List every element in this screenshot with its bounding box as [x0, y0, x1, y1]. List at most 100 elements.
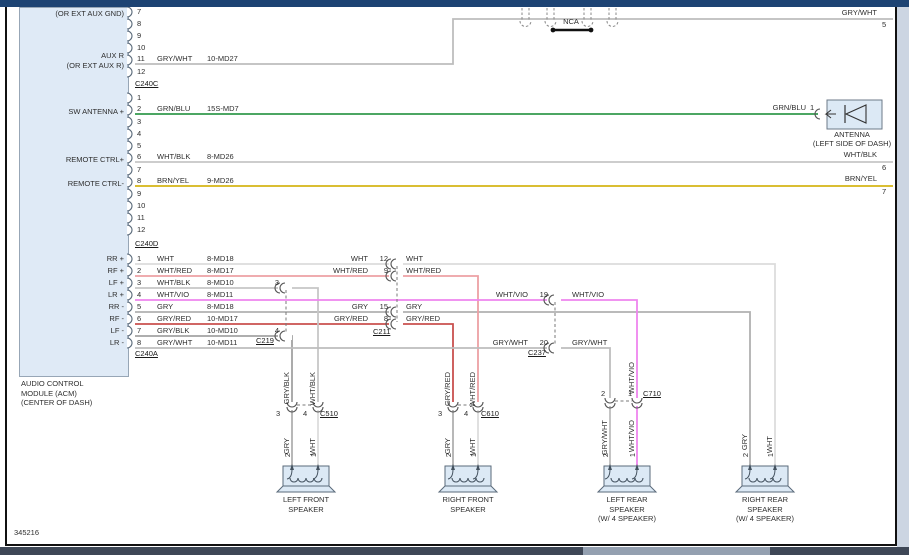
speaker-pin: 1	[469, 453, 478, 457]
connector-pin: 4	[464, 410, 468, 419]
acm-pin: 6	[137, 315, 141, 324]
wire-name: GRY/WHT	[493, 339, 528, 348]
acm-pin: 10	[137, 44, 145, 53]
acm-pin: 5	[137, 303, 141, 312]
top-title-bar	[0, 0, 909, 7]
acm-pin: 1	[137, 94, 141, 103]
wire-name: WHT/BLK	[157, 279, 190, 288]
wire-circuit: 10-MD27	[207, 55, 238, 64]
connector-c610[interactable]: C610	[481, 410, 499, 419]
acm-signal-lf-neg: LF -	[111, 327, 124, 336]
acm-pin-arcs	[127, 7, 132, 348]
wire-circuit: 8-MD18	[207, 255, 234, 264]
connector-pin: 3	[275, 279, 279, 288]
wire-circuit: 15S-MD7	[207, 105, 239, 114]
connector-pin: 4	[275, 327, 279, 336]
connector-c237[interactable]: C237	[528, 349, 546, 358]
diagram-frame-right	[895, 7, 897, 546]
wire-name-vertical: WHT	[765, 436, 774, 453]
connector-pin: 20	[540, 339, 548, 348]
speaker-pin: 2	[444, 453, 453, 457]
wire-name: GRY	[352, 303, 368, 312]
acm-signal-sw-antenna: SW ANTENNA +	[68, 108, 124, 117]
nca-label: NCA	[556, 18, 586, 27]
acm-signal-rf-pos: RF +	[108, 267, 124, 276]
speaker-pin: 2	[601, 453, 610, 457]
left-rear-speaker-symbol	[598, 464, 656, 492]
connector-pin: 2	[601, 390, 605, 399]
wire-name: WHT/VIO	[157, 291, 189, 300]
wire-name-vertical: GRY	[282, 438, 291, 454]
connector-c710[interactable]: C710	[643, 390, 661, 399]
acm-signal-lf-pos: LF +	[109, 279, 124, 288]
document-number: 345216	[14, 529, 39, 538]
wire-circuit: 10-MD11	[207, 339, 237, 348]
wire-circuit: 8-MD10	[207, 279, 234, 288]
acm-pin: 8	[137, 20, 141, 29]
connector-pin: 3	[276, 410, 280, 419]
acm-pin: 1	[137, 255, 141, 264]
acm-pin: 4	[137, 130, 141, 139]
inline-connector-arcs	[275, 259, 642, 412]
acm-signal-lr-neg: LR -	[110, 339, 124, 348]
vertical-scrollbar[interactable]	[897, 7, 909, 547]
acm-pin: 12	[137, 68, 145, 77]
horizontal-scrollbar-track[interactable]	[0, 547, 909, 555]
wire-name: WHT/BLK	[157, 153, 190, 162]
acm-signal-rf-neg: RF -	[109, 315, 124, 324]
wire-name: WHT/VIO	[496, 291, 528, 300]
wire-name-vertical: WHT/BLK	[308, 372, 317, 405]
acm-pin: 7	[137, 166, 141, 175]
horizontal-scrollbar-thumb[interactable]	[583, 547, 770, 555]
wire-name: GRY/RED	[406, 315, 440, 324]
speaker-pin: 1	[766, 453, 775, 457]
connector-c510[interactable]: C510	[320, 410, 338, 419]
connector-pin: 15	[380, 303, 388, 312]
wiring-diagram-page: AUX GND (OR EXT AUX GND) AUX R (OR EXT A…	[0, 0, 909, 555]
wire-name: GRY/WHT	[157, 55, 192, 64]
acm-pin: 9	[137, 32, 141, 41]
wire-name: GRY/RED	[157, 315, 191, 324]
acm-signal-aux-r-alt: (OR EXT AUX R)	[67, 62, 124, 71]
connector-tie-lines	[286, 266, 632, 405]
acm-signal-rr-pos: RR +	[107, 255, 124, 264]
acm-connector-c240d[interactable]: C240D	[135, 240, 158, 249]
acm-pin: 8	[137, 177, 141, 186]
wire-name: WHT	[157, 255, 174, 264]
acm-pin: 2	[137, 105, 141, 114]
right-rear-speaker-caption: RIGHT REAR SPEAKER (W/ 4 SPEAKER)	[715, 495, 815, 524]
left-front-speaker-caption: LEFT FRONT SPEAKER	[256, 495, 356, 514]
acm-pin: 5	[137, 142, 141, 151]
acm-connector-c240c[interactable]: C240C	[135, 80, 158, 89]
wire-name: WHT/RED	[406, 267, 441, 276]
acm-connector-c240a[interactable]: C240A	[135, 350, 158, 359]
diagram-frame-left	[5, 7, 7, 546]
wire-name-vertical: GRY/BLK	[282, 372, 291, 404]
acm-signal-remote-neg: REMOTE CTRL-	[68, 180, 124, 189]
acm-signal-aux-r: AUX R	[101, 52, 124, 61]
connector-pin: 3	[438, 410, 442, 419]
connector-c211[interactable]: C211	[373, 328, 390, 337]
wire-name: WHT	[351, 255, 368, 264]
speaker-pin: 2	[283, 453, 292, 457]
edge-pin: 5	[882, 21, 886, 30]
wire-circuit: 10-MD10	[207, 327, 238, 336]
antenna-caption: ANTENNA (LEFT SIDE OF DASH)	[802, 131, 902, 148]
wire-name: GRY/RED	[334, 315, 368, 324]
connector-c219[interactable]: C219	[256, 337, 274, 346]
acm-signal-remote-pos: REMOTE CTRL+	[66, 156, 124, 165]
wire-name: GRY	[157, 303, 173, 312]
acm-caption: AUDIO CONTROL MODULE (ACM) (CENTER OF DA…	[21, 379, 92, 408]
acm-pin: 10	[137, 202, 145, 211]
wire-name: GRY/BLK	[157, 327, 189, 336]
left-rear-speaker-caption: LEFT REAR SPEAKER (W/ 4 SPEAKER)	[577, 495, 677, 524]
wire-name: BRN/YEL	[157, 177, 189, 186]
acm-pin: 2	[137, 267, 141, 276]
wire-name-vertical: GRY/WHT	[600, 420, 609, 455]
acm-signal-aux-gnd-alt: (OR EXT AUX GND)	[55, 10, 124, 19]
wire-name: GRY	[406, 303, 422, 312]
antenna-symbol	[815, 100, 882, 129]
acm-pin: 12	[137, 226, 145, 235]
left-front-speaker-symbol	[277, 464, 335, 492]
wire-circuit: 10-MD17	[207, 315, 238, 324]
